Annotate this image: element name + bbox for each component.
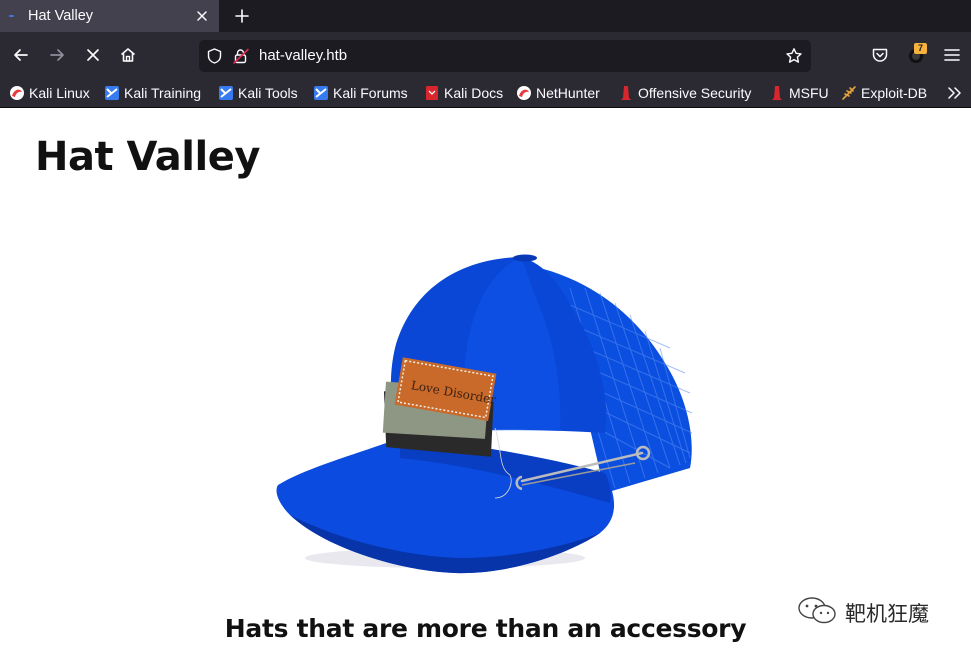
kali-docs-icon: [424, 85, 440, 101]
kali-forums-icon: [313, 85, 329, 101]
new-tab-button[interactable]: [229, 3, 255, 29]
bookmark-star-icon[interactable]: [783, 45, 805, 67]
tracking-protection-shield-icon[interactable]: [205, 47, 223, 65]
bookmark-offensive-security[interactable]: Offensive Security: [618, 83, 751, 103]
bookmark-kali-tools[interactable]: Kali Tools: [218, 83, 298, 103]
home-icon[interactable]: [114, 41, 142, 69]
bookmark-kali-docs[interactable]: Kali Docs: [424, 83, 503, 103]
url-text[interactable]: hat-valley.htb: [259, 47, 347, 64]
stop-loading-icon[interactable]: [79, 41, 107, 69]
pocket-icon[interactable]: [866, 41, 894, 69]
insecure-lock-icon[interactable]: [232, 47, 250, 65]
active-tab[interactable]: Hat Valley: [0, 0, 219, 32]
offsec-icon: [618, 85, 634, 101]
bookmarks-toolbar: Kali Linux Kali Training Kali Tools Kali…: [0, 78, 971, 108]
watermark: 靶机狂魔: [797, 596, 929, 630]
nethunter-icon: [516, 85, 532, 101]
bookmark-msfu[interactable]: MSFU: [769, 83, 829, 103]
kali-dragon-icon: [9, 85, 25, 101]
msfu-icon: [769, 85, 785, 101]
bookmark-exploit-db[interactable]: Exploit-DB: [841, 83, 927, 103]
bookmarks-overflow-chevron-icon[interactable]: [944, 83, 966, 103]
kali-training-icon: [104, 85, 120, 101]
bookmark-kali-linux[interactable]: Kali Linux: [9, 83, 90, 103]
forward-arrow-icon[interactable]: [43, 41, 71, 69]
extension-badge: 7: [914, 43, 927, 54]
bookmark-nethunter[interactable]: NetHunter: [516, 83, 600, 103]
site-title: Hat Valley: [35, 134, 260, 180]
tab-strip: Hat Valley: [0, 0, 971, 32]
url-bar[interactable]: hat-valley.htb: [199, 40, 811, 72]
wechat-icon: [797, 596, 839, 630]
back-arrow-icon[interactable]: [7, 41, 35, 69]
tab-loading-icon: [4, 9, 18, 23]
navigation-toolbar: hat-valley.htb: [0, 32, 971, 78]
hamburger-menu-icon[interactable]: [938, 41, 966, 69]
watermark-text: 靶机狂魔: [845, 602, 929, 626]
tab-title: Hat Valley: [28, 8, 94, 24]
kali-tools-icon: [218, 85, 234, 101]
page-content: Hat Valley Love Disorder Hats that are m…: [0, 108, 971, 656]
bookmark-kali-training[interactable]: Kali Training: [104, 83, 201, 103]
bookmark-kali-forums[interactable]: Kali Forums: [313, 83, 408, 103]
exploit-db-icon: [841, 85, 857, 101]
tab-close-icon[interactable]: [190, 4, 214, 28]
blue-trucker-cap-image: Love Disorder: [276, 254, 693, 574]
